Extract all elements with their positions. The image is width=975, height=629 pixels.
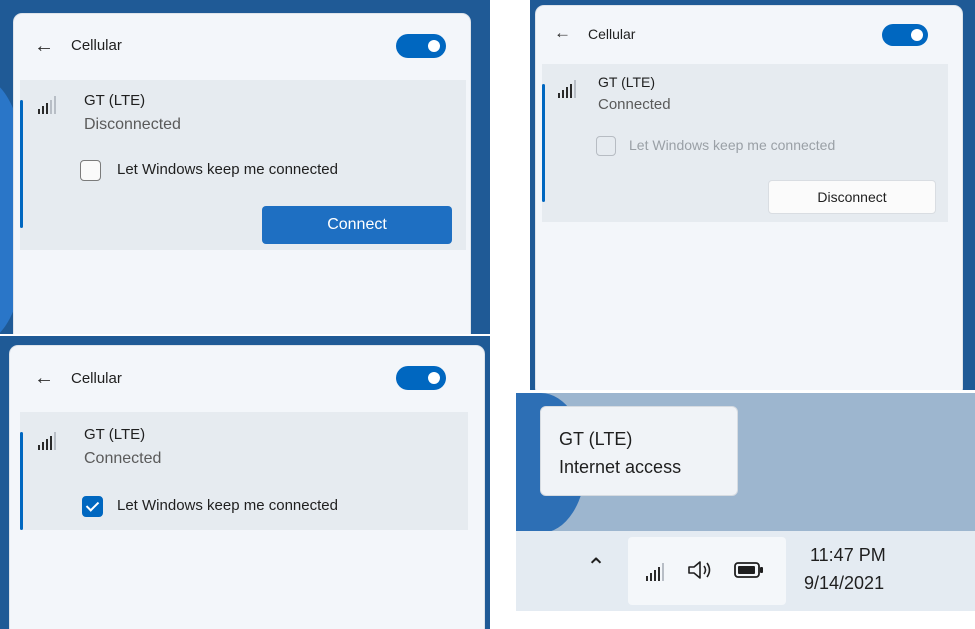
cellular-toggle[interactable] [882,24,928,46]
network-tooltip: GT (LTE) Internet access [540,406,738,496]
battery-icon [734,562,763,578]
taskbar: ⌃ 11:47 PM 9/14/2021 [516,531,975,611]
cellular-flyout: ← Cellular GT (LTE) Connected Let Window… [10,346,484,629]
keep-connected-label: Let Windows keep me connected [629,137,836,153]
back-button[interactable]: ← [34,368,54,388]
flyout-header: ← Cellular [14,14,470,78]
keep-connected-label: Let Windows keep me connected [117,497,338,514]
toggle-knob [911,29,923,41]
network-name: GT (LTE) [84,426,146,443]
cellular-flyout: ← Cellular GT (LTE) Connected Let Window… [536,6,962,390]
tooltip-status: Internet access [559,457,682,477]
selected-indicator [20,100,23,228]
network-status: Disconnected [84,116,181,133]
clock-date[interactable]: 9/14/2021 [804,573,884,594]
connect-button[interactable]: Connect [262,206,452,244]
toggle-knob [428,372,440,384]
tooltip-network-name: GT (LTE) [559,429,633,449]
flyout-title: Cellular [71,370,122,387]
screenshot-connected: ← Cellular GT (LTE) Connected Let Window… [530,0,975,390]
signal-icon [38,96,56,114]
network-card[interactable]: GT (LTE) Connected Let Windows keep me c… [20,412,468,530]
network-name: GT (LTE) [84,92,146,109]
speaker-icon [688,561,711,579]
network-card[interactable]: GT (LTE) Disconnected Let Windows keep m… [20,80,466,250]
screenshot-connected-checked: ← Cellular GT (LTE) Connected Let Window… [0,336,490,629]
cellular-signal-icon [646,563,664,581]
toggle-knob [428,40,440,52]
signal-icon [38,432,56,450]
network-card[interactable]: GT (LTE) Connected Let Windows keep me c… [542,64,948,222]
disconnect-button[interactable]: Disconnect [768,180,936,214]
chevron-up-icon[interactable]: ⌃ [586,553,606,582]
back-button[interactable]: ← [554,24,571,41]
network-name: GT (LTE) [598,74,656,90]
network-status: Connected [598,96,671,113]
selected-indicator [542,84,545,202]
flyout-title: Cellular [588,26,636,42]
cellular-flyout: ← Cellular GT (LTE) Disconnected Let Win… [14,14,470,334]
flyout-header: ← Cellular [536,6,962,70]
selected-indicator [20,432,23,530]
signal-icon [558,80,576,98]
keep-connected-checkbox[interactable] [82,496,103,517]
screenshot-taskbar: GT (LTE) Internet access ⌃ 11:47 PM 9/14… [516,393,975,611]
flyout-header: ← Cellular [10,346,484,410]
cellular-toggle[interactable] [396,366,446,390]
cellular-toggle[interactable] [396,34,446,58]
back-button[interactable]: ← [34,36,54,56]
network-status: Connected [84,450,162,467]
flyout-title: Cellular [71,37,122,54]
screenshot-disconnected: ← Cellular GT (LTE) Disconnected Let Win… [0,0,490,334]
keep-connected-label: Let Windows keep me connected [117,161,338,178]
keep-connected-checkbox [596,136,616,156]
system-tray[interactable] [628,537,786,605]
keep-connected-checkbox[interactable] [80,160,101,181]
clock-time[interactable]: 11:47 PM [810,545,886,566]
